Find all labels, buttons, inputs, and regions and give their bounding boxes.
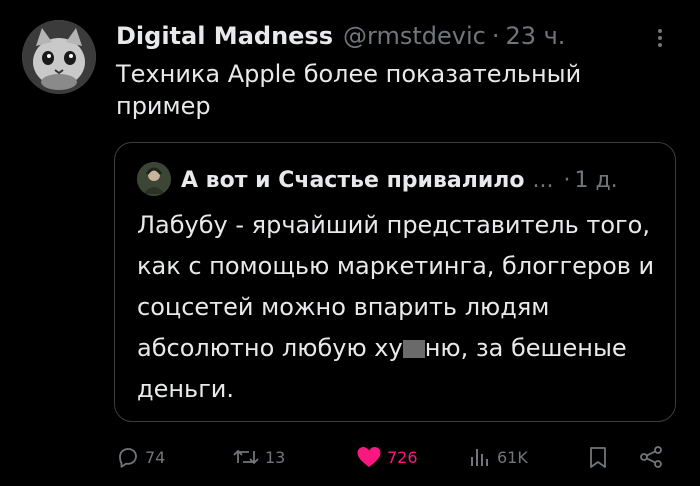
views-button[interactable]: 61K [468, 440, 528, 474]
author-name[interactable]: Digital Madness [116, 22, 333, 50]
bookmark-icon [590, 447, 606, 468]
reply-button[interactable]: 74 [116, 440, 165, 474]
action-bar: 74 13 726 61K [116, 440, 676, 474]
censor-block [402, 340, 425, 358]
quote-header: А вот и Счастье привалило ... · 1 д. [181, 163, 618, 197]
views-icon [471, 449, 488, 466]
quote-avatar-image [137, 162, 171, 196]
tweet-text: Техника Apple более показательный пример [116, 60, 582, 120]
quote-author-ellipsis: ... [532, 167, 554, 193]
like-count: 726 [387, 447, 418, 467]
quote-author-name[interactable]: А вот и Счастье привалило [181, 168, 524, 193]
tweet: Digital Madness @rmstdevic · 23 ч. Техни… [0, 0, 700, 486]
quote-time[interactable]: 1 д. [574, 168, 617, 193]
like-button[interactable]: 726 [356, 440, 418, 474]
avatar-image [22, 20, 96, 94]
more-vertical-icon[interactable] [652, 26, 668, 50]
tweet-header: Digital Madness @rmstdevic · 23 ч. [116, 16, 565, 56]
heart-icon [357, 447, 381, 467]
separator-dot: · [491, 22, 500, 50]
avatar[interactable] [22, 20, 96, 94]
share-icon [640, 446, 662, 468]
reply-count: 74 [145, 447, 166, 467]
share-button[interactable] [638, 440, 664, 474]
repost-count: 13 [265, 447, 286, 467]
repost-icon [233, 449, 259, 465]
views-count: 61K [497, 447, 528, 467]
quote-text: Лабубу - ярчайший представитель того, ка… [137, 205, 657, 410]
bookmark-button[interactable] [586, 440, 610, 474]
tweet-time[interactable]: 23 ч. [505, 22, 565, 50]
reply-icon [119, 448, 137, 468]
author-handle[interactable]: @rmstdevic [343, 22, 486, 50]
quote-separator-dot: · [563, 167, 571, 193]
quoted-tweet[interactable]: А вот и Счастье привалило ... · 1 д. Лаб… [114, 142, 676, 422]
repost-button[interactable]: 13 [232, 440, 285, 474]
quote-avatar[interactable] [137, 162, 171, 196]
